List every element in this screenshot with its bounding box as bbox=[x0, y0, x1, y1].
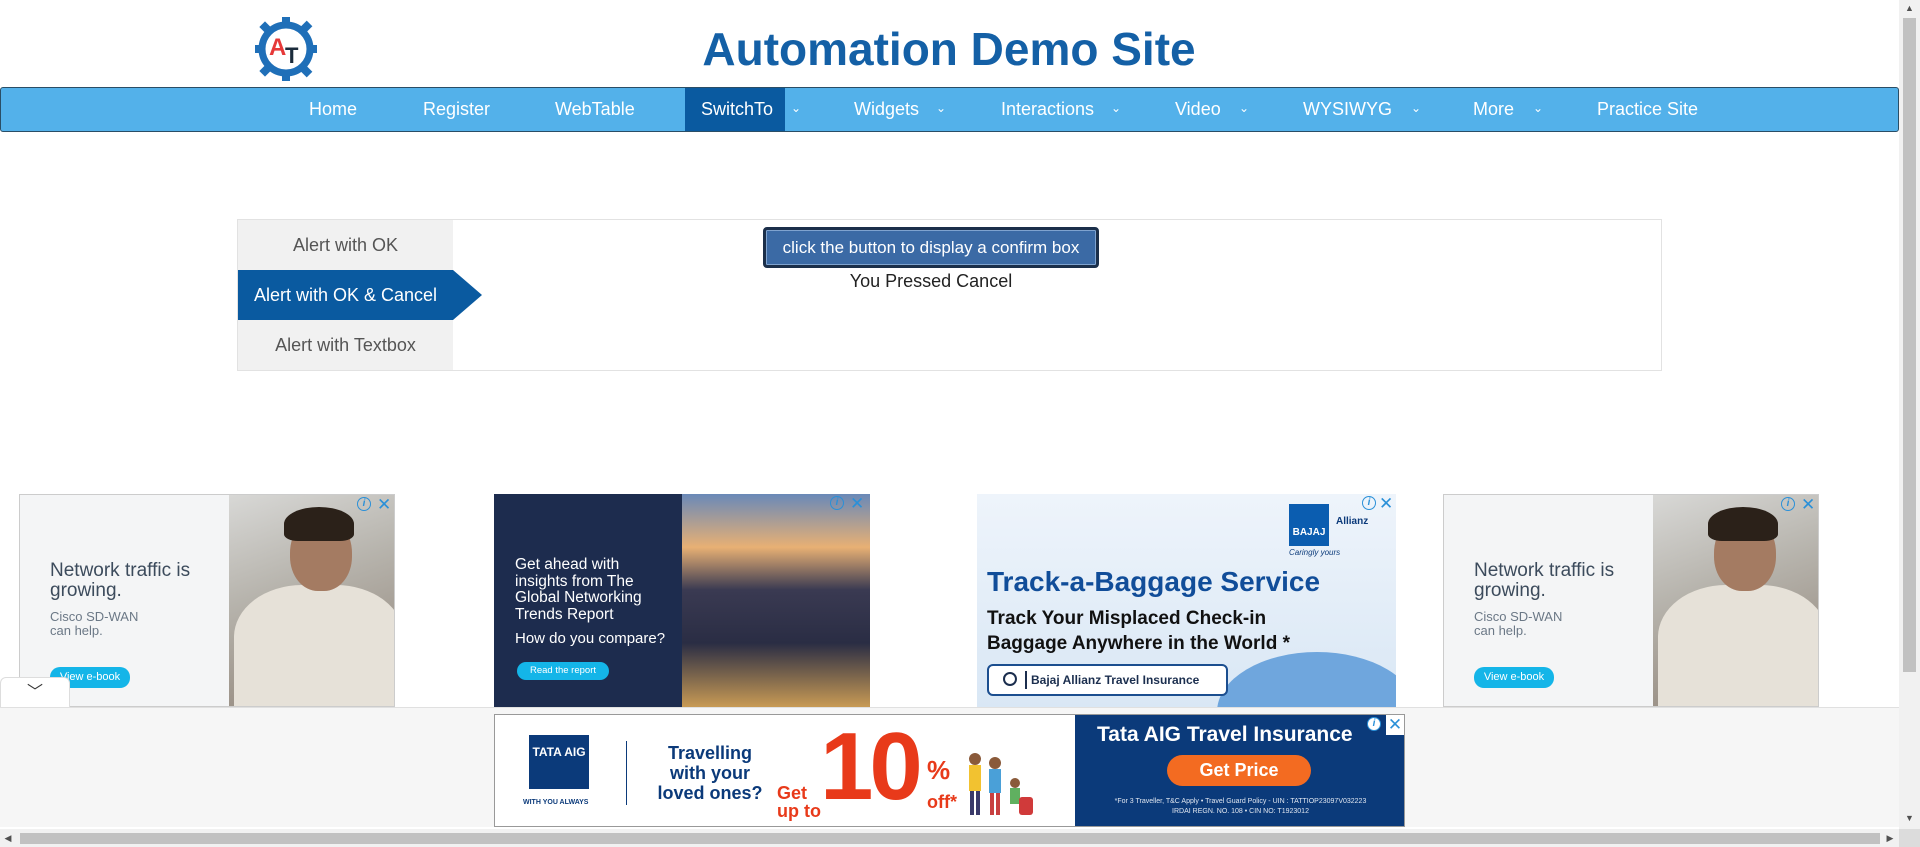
vertical-scrollbar[interactable]: ▲ ▼ bbox=[1899, 0, 1920, 847]
ad-info-icon[interactable]: i bbox=[830, 496, 844, 510]
tab-alert-textbox[interactable]: Alert with Textbox bbox=[238, 320, 453, 370]
ad-bajaj-allianz[interactable]: BAJAJ Allianz Caringly yours Track-a-Bag… bbox=[977, 494, 1396, 707]
ad-tagline: Caringly yours bbox=[1289, 548, 1341, 557]
collapse-ad-button[interactable]: ﹀ bbox=[0, 677, 70, 707]
ad-cisco[interactable]: Network traffic is growing. Cisco SD-WAN… bbox=[19, 494, 395, 707]
divider bbox=[1025, 671, 1027, 689]
chevron-down-icon[interactable]: ⌄ bbox=[1411, 101, 1421, 115]
ad-headline: Get ahead with insights from The Global … bbox=[515, 556, 642, 623]
ad-info-icon[interactable]: i bbox=[1362, 496, 1376, 510]
ad-brand-logo: BAJAJ bbox=[1289, 504, 1329, 546]
ad-brand-logo: TATA AIG bbox=[529, 735, 589, 789]
ad-fine-print: *For 3 Traveller, T&C Apply • Travel Gua… bbox=[1085, 797, 1396, 817]
confirm-result-text: You Pressed Cancel bbox=[849, 271, 1013, 291]
nav-interactions[interactable]: Interactions bbox=[1001, 88, 1094, 131]
ad-close-icon[interactable]: ✕ bbox=[1801, 495, 1815, 515]
scroll-thumb[interactable] bbox=[1903, 18, 1916, 672]
nav-home[interactable]: Home bbox=[309, 88, 357, 131]
confirm-box-button[interactable]: click the button to display a confirm bo… bbox=[763, 227, 1099, 268]
ad-close-icon[interactable]: ✕ bbox=[377, 495, 391, 515]
nav-webtable[interactable]: WebTable bbox=[555, 88, 635, 131]
ad-close-icon[interactable]: ✕ bbox=[1386, 715, 1404, 735]
ad-line-1: Track Your Misplaced Check-in bbox=[987, 608, 1267, 629]
ad-subtext: Cisco SD-WAN can help. bbox=[1474, 609, 1563, 638]
ad-fine-print-line: IRDAI REGN. NO. 108 • CIN NO: T1923012 bbox=[1172, 808, 1309, 815]
ad-photo bbox=[682, 494, 870, 707]
main-navbar: Home Register WebTable SwitchTo ⌄ Widget… bbox=[0, 87, 1899, 132]
ad-headline: Network traffic is growing. bbox=[50, 560, 191, 601]
scroll-up-icon[interactable]: ▲ bbox=[1899, 0, 1920, 16]
nav-switchto-wrapper: SwitchTo bbox=[685, 88, 785, 131]
ad-subtext: Cisco SD-WAN can help. bbox=[50, 609, 139, 638]
scroll-thumb[interactable] bbox=[20, 833, 1880, 844]
ad-cta-button[interactable]: View e-book bbox=[1474, 667, 1554, 688]
ad-cta-button[interactable]: Get Price bbox=[1167, 755, 1311, 786]
ad-close-icon[interactable]: ✕ bbox=[850, 494, 864, 514]
nav-video[interactable]: Video bbox=[1175, 88, 1221, 131]
nav-more[interactable]: More bbox=[1473, 88, 1514, 131]
ad-discount-number: 10 bbox=[820, 714, 923, 820]
ad-question: How do you compare? bbox=[515, 630, 666, 647]
ad-photo bbox=[1653, 495, 1818, 706]
ad-tata-aig[interactable]: TATA AIG WITH YOU ALWAYS Travelling with… bbox=[494, 714, 1405, 827]
ad-info-icon[interactable]: i bbox=[1367, 717, 1381, 731]
chevron-down-icon[interactable]: ⌄ bbox=[1111, 101, 1121, 115]
scroll-down-icon[interactable]: ▼ bbox=[1899, 810, 1920, 826]
chevron-down-icon[interactable]: ⌄ bbox=[1239, 101, 1249, 115]
alert-tabs: Alert with OK Alert with OK & Cancel Ale… bbox=[238, 220, 453, 370]
alerts-panel: Alert with OK Alert with OK & Cancel Ale… bbox=[237, 219, 1662, 371]
ad-fine-print-line: *For 3 Traveller, T&C Apply • Travel Gua… bbox=[1114, 798, 1367, 805]
chevron-down-icon[interactable]: ⌄ bbox=[1533, 101, 1543, 115]
chevron-down-icon[interactable]: ⌄ bbox=[936, 101, 946, 115]
ad-photo bbox=[229, 495, 394, 706]
ad-cta-panel: Tata AIG Travel Insurance Get Price *For… bbox=[1075, 715, 1404, 826]
scrollbar-corner bbox=[1899, 829, 1920, 847]
nav-register[interactable]: Register bbox=[423, 88, 490, 131]
ad-headline: Track-a-Baggage Service bbox=[987, 566, 1321, 597]
ad-search-text: Bajaj Allianz Travel Insurance bbox=[1031, 673, 1200, 687]
chevron-down-icon[interactable]: ⌄ bbox=[791, 101, 801, 115]
ad-headline: Network traffic is growing. bbox=[1474, 560, 1615, 601]
ad-line-2: Baggage Anywhere in the World * bbox=[987, 633, 1290, 654]
nav-switchto[interactable]: SwitchTo bbox=[701, 88, 773, 131]
scroll-left-icon[interactable]: ◀ bbox=[0, 829, 16, 847]
ad-info-icon[interactable]: i bbox=[1781, 497, 1795, 511]
ad-decoration bbox=[1217, 652, 1396, 707]
ad-cisco-2[interactable]: Network traffic is growing. Cisco SD-WAN… bbox=[1443, 494, 1819, 707]
ad-percent: % bbox=[927, 755, 951, 785]
ad-close-icon[interactable]: ✕ bbox=[1379, 494, 1393, 514]
ad-search-box[interactable]: Bajaj Allianz Travel Insurance bbox=[987, 664, 1228, 696]
chevron-down-icon: ﹀ bbox=[26, 684, 43, 701]
ad-headline: Travelling with your loved ones? bbox=[657, 743, 763, 803]
active-tab-arrow-icon bbox=[453, 270, 482, 320]
horizontal-scrollbar[interactable]: ◀ ▶ bbox=[0, 829, 1899, 847]
scroll-right-icon[interactable]: ▶ bbox=[1882, 829, 1898, 847]
ad-network-trends[interactable]: Get ahead with insights from The Global … bbox=[494, 494, 870, 707]
ad-title: Tata AIG Travel Insurance bbox=[1097, 723, 1353, 746]
nav-wysiwyg[interactable]: WYSIWYG bbox=[1303, 88, 1392, 131]
nav-widgets[interactable]: Widgets bbox=[854, 88, 919, 131]
travellers-illustration-icon bbox=[969, 753, 1033, 815]
nav-practice-site[interactable]: Practice Site bbox=[1597, 88, 1698, 131]
tab-alert-ok-cancel[interactable]: Alert with OK & Cancel bbox=[238, 270, 453, 320]
ad-partner-logo: Allianz bbox=[1336, 516, 1369, 527]
ad-off: off* bbox=[927, 792, 957, 812]
ad-info-icon[interactable]: i bbox=[357, 497, 371, 511]
ad-logo-tagline: WITH YOU ALWAYS bbox=[523, 799, 589, 806]
site-title: Automation Demo Site bbox=[702, 23, 1196, 75]
tab-alert-ok[interactable]: Alert with OK bbox=[238, 220, 453, 270]
search-icon bbox=[1003, 672, 1017, 686]
divider bbox=[626, 741, 627, 805]
ad-cta-button[interactable]: Read the report bbox=[517, 662, 609, 680]
